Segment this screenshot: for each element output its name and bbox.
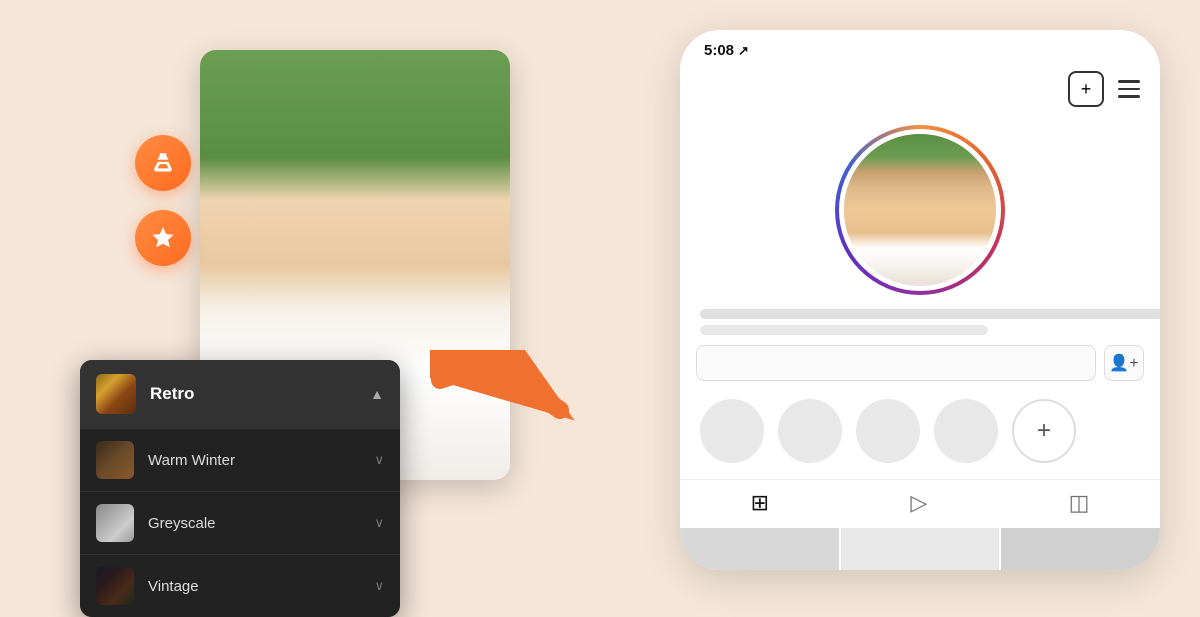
content-bar-2 xyxy=(700,325,988,335)
star-icon xyxy=(150,225,176,251)
flask-tool-button[interactable] xyxy=(135,135,191,191)
warm-winter-thumb xyxy=(96,441,134,479)
greyscale-thumb xyxy=(96,504,134,542)
content-bar-1 xyxy=(700,309,1160,319)
star-tool-button[interactable] xyxy=(135,210,191,266)
status-time: 5:08 xyxy=(704,42,734,59)
search-add-row: 👤+ xyxy=(696,345,1144,381)
warm-winter-item[interactable]: Warm Winter ∨ xyxy=(80,428,400,491)
grid-tab[interactable]: ⊞ xyxy=(751,490,769,516)
filter-dropdown-panel: Retro ▲ Warm Winter ∨ Greyscale ∨ Vintag… xyxy=(80,360,400,617)
search-input-mock[interactable] xyxy=(696,345,1096,381)
vintage-thumb xyxy=(96,567,134,605)
add-story-button[interactable]: + xyxy=(1012,399,1076,463)
photo-grid-row xyxy=(680,528,1160,570)
greyscale-chevron: ∨ xyxy=(374,515,384,531)
profile-avatar xyxy=(839,129,1001,291)
greyscale-item[interactable]: Greyscale ∨ xyxy=(80,491,400,554)
phone-mockup: 5:08 ↗ + 👤+ + xyxy=(680,30,1160,570)
add-story-icon: + xyxy=(1037,417,1051,445)
vintage-chevron: ∨ xyxy=(374,578,384,594)
vintage-item[interactable]: Vintage ∨ xyxy=(80,554,400,617)
left-section: Retro ▲ Warm Winter ∨ Greyscale ∨ Vintag… xyxy=(80,50,520,550)
retro-filter-header[interactable]: Retro ▲ xyxy=(80,360,400,428)
warm-winter-chevron: ∨ xyxy=(374,452,384,468)
avatar-photo xyxy=(844,134,996,286)
retro-thumb xyxy=(96,374,136,414)
directional-arrow xyxy=(430,350,590,455)
story-avatar-container xyxy=(680,115,1160,309)
retro-label: Retro xyxy=(150,384,370,404)
menu-button[interactable] xyxy=(1118,80,1140,98)
phone-header: + xyxy=(680,67,1160,115)
add-post-button[interactable]: + xyxy=(1068,71,1104,107)
navigation-icon: ↗ xyxy=(738,43,749,59)
plus-icon: + xyxy=(1081,79,1092,100)
grid-cell-3 xyxy=(1001,528,1160,570)
grid-cell-2 xyxy=(841,528,1000,570)
story-circle-3[interactable] xyxy=(856,399,920,463)
menu-line-2 xyxy=(1118,88,1140,91)
story-ring[interactable] xyxy=(835,125,1005,295)
warm-winter-label: Warm Winter xyxy=(148,452,374,469)
greyscale-label: Greyscale xyxy=(148,515,374,532)
menu-line-3 xyxy=(1118,95,1140,98)
retro-chevron: ▲ xyxy=(370,386,384,402)
story-circle-1[interactable] xyxy=(700,399,764,463)
tagged-tab[interactable]: ◫ xyxy=(1069,490,1090,516)
story-circle-4[interactable] xyxy=(934,399,998,463)
menu-line-1 xyxy=(1118,80,1140,83)
add-friend-button[interactable]: 👤+ xyxy=(1104,345,1144,381)
status-bar: 5:08 ↗ xyxy=(680,30,1160,67)
story-circles-row: + xyxy=(680,389,1160,473)
arrow-svg xyxy=(430,350,590,450)
add-person-icon: 👤+ xyxy=(1109,353,1138,373)
video-tab[interactable]: ▷ xyxy=(910,490,927,516)
flask-icon xyxy=(150,150,176,176)
story-circle-2[interactable] xyxy=(778,399,842,463)
tab-bar: ⊞ ▷ ◫ xyxy=(680,479,1160,526)
vintage-label: Vintage xyxy=(148,578,374,595)
grid-cell-1 xyxy=(680,528,839,570)
